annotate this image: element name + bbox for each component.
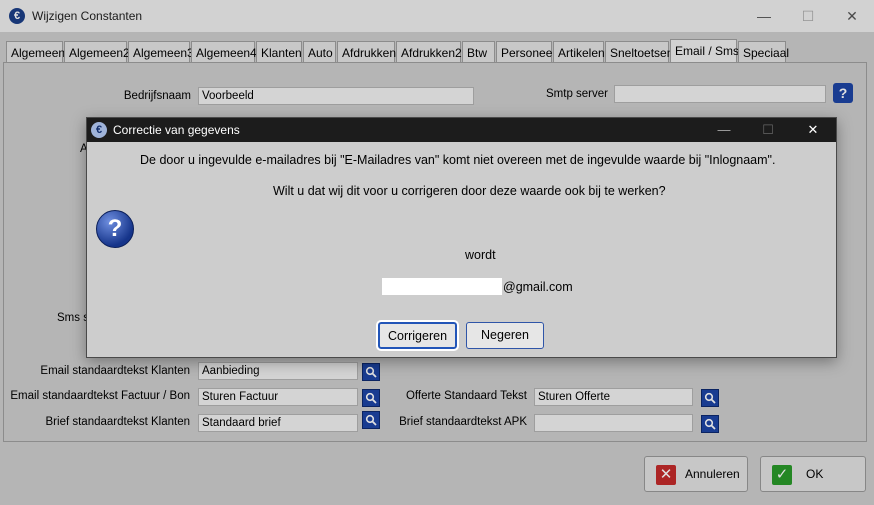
negeren-button[interactable]: Negeren [466,322,544,349]
dialog-message-line2: Wilt u dat wij dit voor u corrigeren doo… [273,184,666,198]
corrigeren-button[interactable]: Corrigeren [376,320,459,351]
question-icon: ? [96,210,134,248]
redacted-email-box [382,278,502,295]
maximize-icon: ☐ [762,122,774,137]
dialog-message-line1: De door u ingevulde e-mailadres bij "E-M… [140,153,776,167]
app-logo-icon: € [91,122,107,138]
close-icon[interactable]: ✕ [791,118,835,142]
dialog-title-bar: € Correctie van gegevens — ☐ ✕ [87,118,836,142]
dialog-title: Correctie van gegevens [113,123,240,137]
minimize-icon[interactable]: — [702,118,746,142]
correction-dialog: € Correctie van gegevens — ☐ ✕ De door u… [86,117,837,358]
email-domain-text: @gmail.com [503,280,573,294]
wordt-text: wordt [465,248,496,262]
